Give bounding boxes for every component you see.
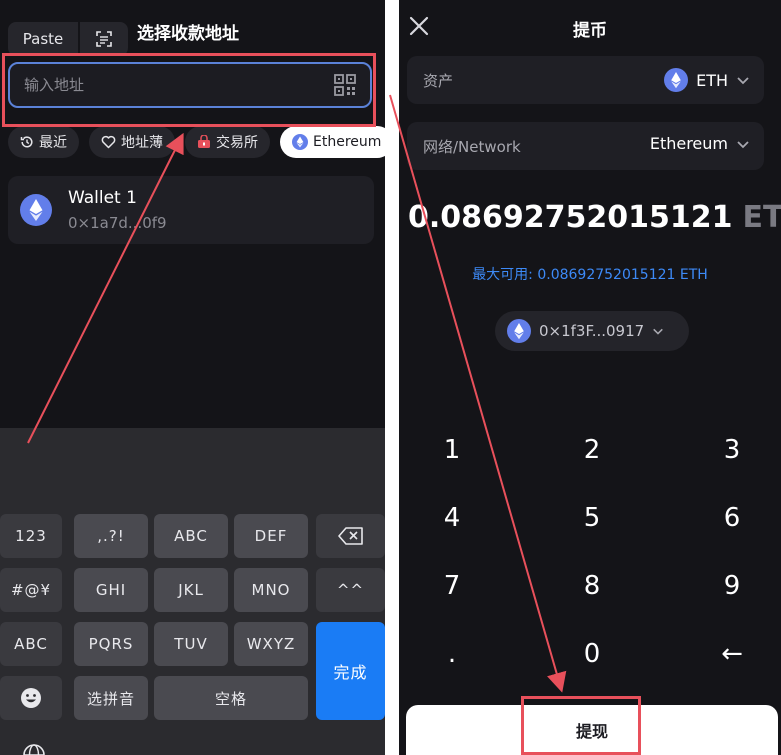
- qr-code-icon[interactable]: [334, 74, 356, 96]
- key-jkl[interactable]: JKL: [154, 568, 228, 612]
- max-available-link[interactable]: 最大可用: 0.08692752015121 ETH: [399, 264, 781, 284]
- key-wxyz[interactable]: WXYZ: [234, 622, 308, 666]
- numpad-key-backspace[interactable]: ←: [682, 629, 781, 679]
- numpad-key-0[interactable]: 0: [542, 629, 642, 679]
- scan-icon: [96, 31, 112, 47]
- heart-icon: [101, 135, 116, 149]
- chevron-down-icon: [653, 328, 664, 335]
- backspace-key[interactable]: [316, 514, 385, 558]
- key-pinyin[interactable]: 选拼音: [74, 676, 148, 720]
- paste-label: Paste: [22, 30, 64, 48]
- key-tuv[interactable]: TUV: [154, 622, 228, 666]
- emoji-icon: [21, 688, 41, 708]
- key-punctuation[interactable]: ,.?!: [74, 514, 148, 558]
- key-pqrs[interactable]: PQRS: [74, 622, 148, 666]
- history-icon: [20, 136, 33, 148]
- chip-ethereum[interactable]: Ethereum: [280, 126, 385, 158]
- numpad-key-3[interactable]: 3: [682, 425, 781, 475]
- key-abc-switch[interactable]: ABC: [0, 622, 62, 666]
- asset-label: 资产: [423, 72, 454, 90]
- ethereum-icon: [507, 319, 531, 343]
- key-abc[interactable]: ABC: [154, 514, 228, 558]
- exchange-icon: [198, 135, 210, 148]
- network-value: Ethereum: [650, 134, 750, 153]
- space-key[interactable]: 空格: [154, 676, 308, 720]
- key-ghi[interactable]: GHI: [74, 568, 148, 612]
- done-key[interactable]: 完成: [316, 622, 385, 720]
- backspace-icon: [337, 527, 363, 545]
- key-symbols[interactable]: #@¥: [0, 568, 62, 612]
- paste-button[interactable]: Paste: [8, 22, 78, 56]
- numpad-key-1[interactable]: 1: [402, 425, 502, 475]
- key-mno[interactable]: MNO: [234, 568, 308, 612]
- address-select-screen: Paste 选择收款地址 输入地址 最近 地址薄 交易所 Ethereum Wa…: [0, 0, 385, 755]
- chip-label: 最近: [39, 135, 67, 151]
- wallet-address: 0×1a7d...0f9: [68, 214, 167, 232]
- chip-label: 交易所: [216, 135, 258, 151]
- scan-button[interactable]: [80, 22, 128, 56]
- numpad-key-5[interactable]: 5: [542, 493, 642, 543]
- withdraw-button[interactable]: 提现: [406, 705, 778, 755]
- chip-exchange[interactable]: 交易所: [185, 126, 270, 158]
- ethereum-icon: [664, 68, 689, 92]
- numpad-key-9[interactable]: 9: [682, 561, 781, 611]
- numpad-key-4[interactable]: 4: [402, 493, 502, 543]
- chip-recent[interactable]: 最近: [8, 126, 79, 158]
- chevron-down-icon: [737, 140, 749, 148]
- address-source-chips: 最近 地址薄 交易所 Ethereum: [8, 126, 385, 158]
- emoji-key[interactable]: [0, 676, 62, 720]
- page-title: 选择收款地址: [137, 24, 239, 44]
- chip-address-book[interactable]: 地址薄: [89, 126, 175, 158]
- asset-value: ETH: [664, 68, 750, 92]
- numpad-key-2[interactable]: 2: [542, 425, 642, 475]
- numpad-key-8[interactable]: 8: [542, 561, 642, 611]
- chevron-down-icon: [737, 77, 749, 85]
- wallet-name: Wallet 1: [68, 188, 137, 208]
- amount-value: 0.08692752015121: [408, 200, 733, 235]
- chip-label: 地址薄: [121, 135, 163, 151]
- numpad-key-dot[interactable]: .: [402, 629, 502, 679]
- page-title: 提币: [573, 21, 607, 41]
- asset-selector[interactable]: 资产 ETH: [407, 56, 764, 104]
- ethereum-icon: [292, 134, 308, 150]
- address-input-container: [8, 62, 372, 108]
- from-address-selector[interactable]: 0×1f3F...0917: [495, 311, 689, 351]
- withdraw-screen: 提币 资产 ETH 网络/Network Ethereum 0.08692752…: [399, 0, 781, 755]
- ethereum-icon: [20, 194, 52, 226]
- address-input[interactable]: [24, 64, 324, 106]
- from-address: 0×1f3F...0917: [539, 322, 645, 340]
- key-kaomoji[interactable]: ^^: [316, 568, 385, 612]
- chip-label: Ethereum: [313, 134, 382, 150]
- key-123[interactable]: 123: [0, 514, 62, 558]
- system-keyboard: 123 ,.?! ABC DEF #@¥ GHI JKL MNO ^^ ABC …: [0, 428, 385, 755]
- network-selector[interactable]: 网络/Network Ethereum: [407, 122, 764, 170]
- numpad-key-6[interactable]: 6: [682, 493, 781, 543]
- network-label: 网络/Network: [423, 138, 521, 156]
- globe-icon[interactable]: [22, 743, 46, 755]
- network-name: Ethereum: [649, 134, 728, 153]
- numpad-key-7[interactable]: 7: [402, 561, 502, 611]
- asset-symbol: ETH: [696, 70, 728, 90]
- wallet-list-item[interactable]: Wallet 1 0×1a7d...0f9: [8, 176, 374, 244]
- key-def[interactable]: DEF: [234, 514, 308, 558]
- withdraw-amount: 0.08692752015121 ETH: [408, 200, 781, 235]
- amount-unit: ETH: [742, 200, 781, 235]
